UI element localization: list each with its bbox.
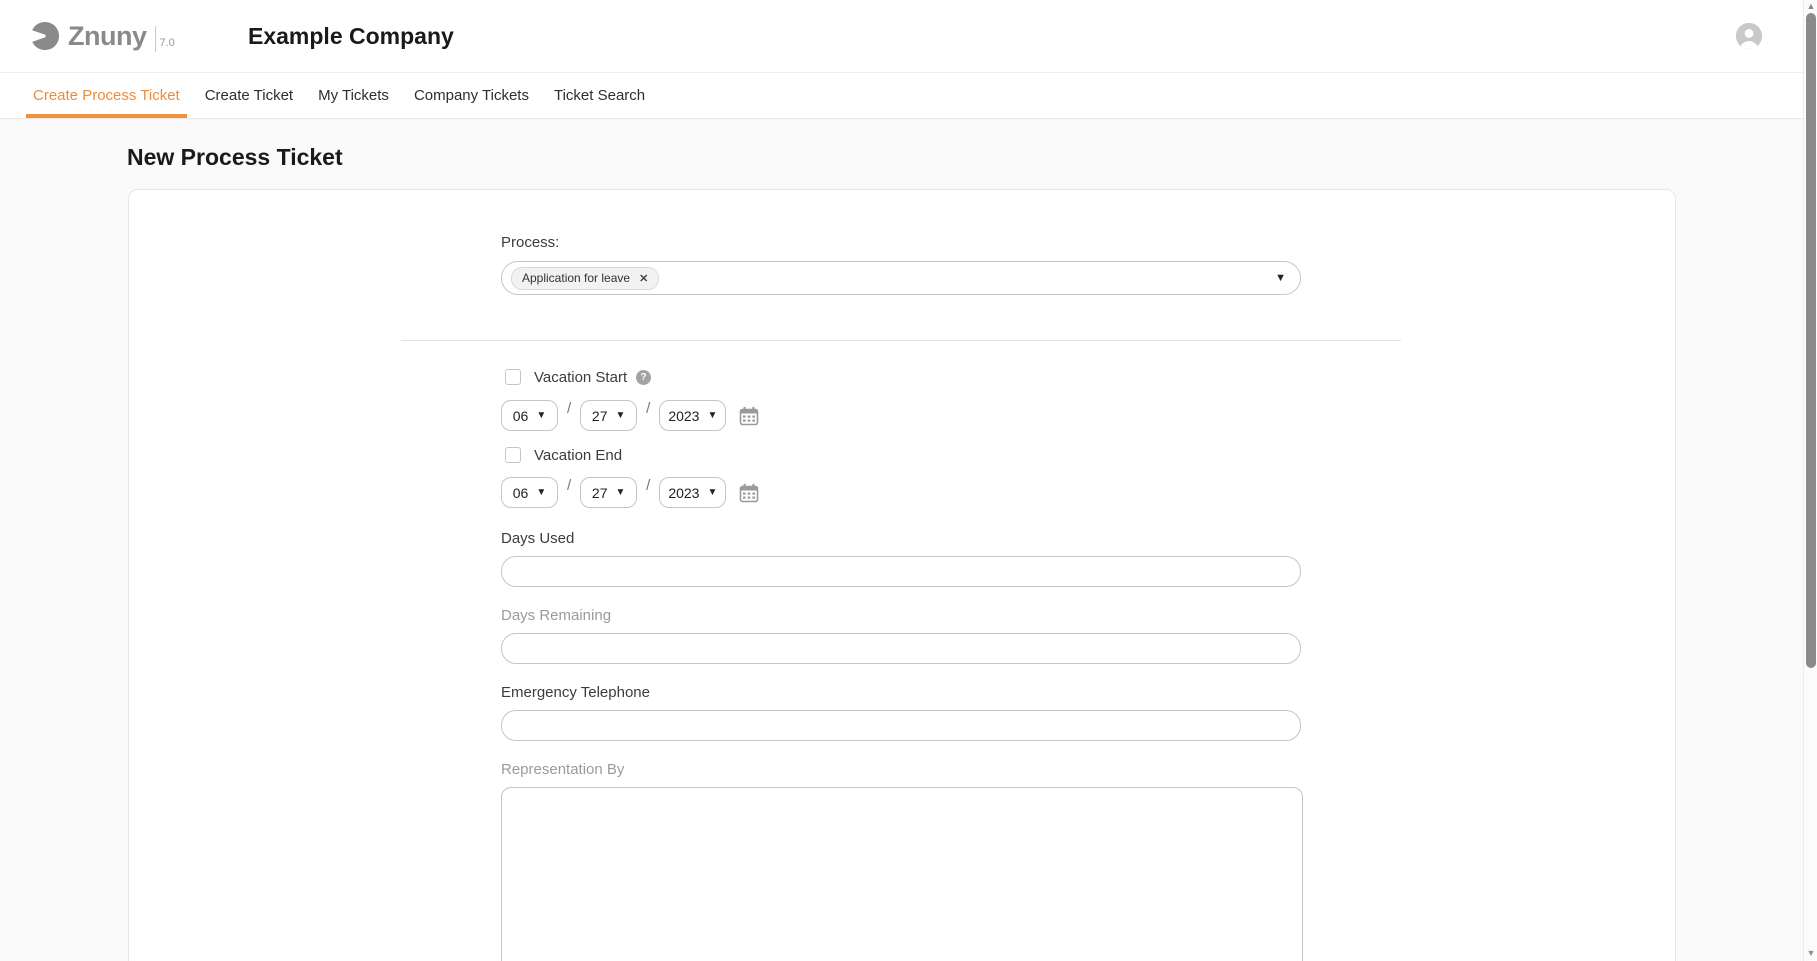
page-title: New Process Ticket [127,144,1817,171]
vertical-scrollbar[interactable]: ▲ ▼ [1803,0,1817,961]
company-title: Example Company [248,23,454,50]
year-value: 2023 [668,485,699,501]
chevron-down-icon: ▼ [536,410,546,421]
vacation-end-checkbox[interactable] [505,447,521,463]
user-avatar-icon[interactable] [1735,22,1763,50]
vacation-start-day-select[interactable]: 27 ▼ [580,400,637,431]
vacation-end-label: Vacation End [534,447,622,464]
vacation-end-date-row: 06 ▼ / 27 ▼ / 2023 ▼ [501,477,1301,508]
month-value: 06 [513,408,529,424]
remove-tag-icon[interactable]: ✕ [639,272,648,285]
scrollbar-down-arrow-icon[interactable]: ▼ [1804,947,1817,960]
representation-by-label: Representation By [501,761,1301,779]
scrollbar-up-arrow-icon[interactable]: ▲ [1804,0,1817,13]
date-separator: / [567,477,571,494]
date-separator: / [646,477,650,494]
tab-create-process-ticket[interactable]: Create Process Ticket [26,73,187,118]
znuny-version-label: 7.0 [160,37,175,49]
process-tag-label: Application for leave [522,271,630,285]
main-navigation: Create Process Ticket Create Ticket My T… [0,72,1817,119]
emergency-telephone-input[interactable] [501,710,1301,741]
chevron-down-icon: ▼ [707,410,717,421]
scrollbar-thumb[interactable] [1806,13,1816,668]
process-select[interactable]: Application for leave ✕ ▼ [501,261,1301,295]
top-bar: Znuny 7.0 Example Company [0,0,1817,72]
vacation-start-label: Vacation Start [534,369,627,386]
vacation-start-row: Vacation Start ? [501,367,1301,387]
znuny-logo[interactable]: Znuny 7.0 [30,20,200,52]
emergency-telephone-label: Emergency Telephone [501,684,1301,702]
vacation-end-year-select[interactable]: 2023 ▼ [659,477,726,508]
chevron-down-icon: ▼ [707,487,717,498]
tab-create-ticket[interactable]: Create Ticket [198,73,300,118]
vacation-start-month-select[interactable]: 06 ▼ [501,400,558,431]
process-label: Process: [501,190,1301,252]
days-used-label: Days Used [501,530,1301,548]
vacation-end-month-select[interactable]: 06 ▼ [501,477,558,508]
chevron-down-icon: ▼ [616,410,626,421]
date-separator: / [567,400,571,417]
tab-ticket-search[interactable]: Ticket Search [547,73,652,118]
calendar-icon[interactable] [739,483,759,503]
process-selected-tag: Application for leave ✕ [511,267,659,290]
znuny-logo-icon [30,21,60,51]
day-value: 27 [592,408,608,424]
date-separator: / [646,400,650,417]
days-remaining-input[interactable] [501,633,1301,664]
section-divider [401,340,1401,341]
year-value: 2023 [668,408,699,424]
chevron-down-icon: ▼ [536,487,546,498]
vacation-end-row: Vacation End [501,445,1301,465]
vacation-start-date-row: 06 ▼ / 27 ▼ / 2023 ▼ [501,400,1301,431]
chevron-down-icon: ▼ [616,487,626,498]
days-used-input[interactable] [501,556,1301,587]
tab-company-tickets[interactable]: Company Tickets [407,73,536,118]
days-remaining-label: Days Remaining [501,607,1301,625]
help-icon[interactable]: ? [636,370,651,385]
vacation-start-checkbox[interactable] [505,369,521,385]
day-value: 27 [592,485,608,501]
representation-by-textarea[interactable] [501,787,1303,961]
month-value: 06 [513,485,529,501]
vacation-start-year-select[interactable]: 2023 ▼ [659,400,726,431]
chevron-down-icon: ▼ [1275,272,1286,284]
znuny-logo-text: Znuny [68,21,147,52]
main-content: New Process Ticket Process: Application … [0,144,1817,961]
calendar-icon[interactable] [739,406,759,426]
logo-divider [155,26,156,52]
process-ticket-form-card: Process: Application for leave ✕ ▼ Vacat… [128,189,1676,961]
vacation-end-day-select[interactable]: 27 ▼ [580,477,637,508]
tab-my-tickets[interactable]: My Tickets [311,73,396,118]
